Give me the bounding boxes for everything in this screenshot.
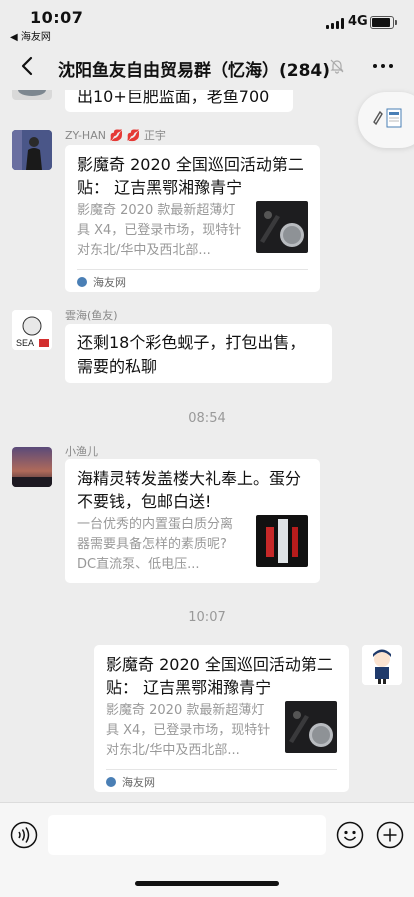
sender-name: ZY-HAN 💋 💋 正宇: [65, 129, 166, 142]
avatar[interactable]: SEA: [12, 310, 52, 350]
card-title: 影魔奇 2020 全国巡回活动第二贴： 辽吉黑鄂湘豫青宁: [77, 155, 304, 197]
link-card[interactable]: 海精灵转发盖楼大礼奉上。蛋分不要钱，包邮白送! 一台优秀的内置蛋白质分离器需要具…: [65, 459, 320, 583]
floating-window-widget[interactable]: [358, 92, 414, 148]
voice-icon[interactable]: [10, 821, 38, 849]
message-bubble[interactable]: 还剩18个彩色蚬子，打包出售，需要的私聊: [65, 324, 332, 383]
source-logo-icon: [106, 777, 116, 787]
card-source-label: 海友网: [93, 276, 126, 289]
card-description: 一台优秀的内置蛋白质分离器需要具备怎样的素质呢? DC直流泵、低电压...: [77, 517, 234, 572]
status-time: 10:07: [30, 8, 84, 27]
message-list[interactable]: 出10+巨肥监面，老鱼700 ZY-HAN 💋 💋 正宇 影魔奇 2020 全国…: [0, 90, 414, 802]
message-input[interactable]: [48, 815, 326, 855]
card-divider: [106, 769, 337, 770]
sender-name: 雲海(鱼友): [65, 309, 118, 322]
battery-icon: [370, 16, 397, 29]
status-bar: 10:07 ◀ 海友网 4G: [0, 0, 414, 44]
network-type: 4G: [348, 14, 368, 29]
card-divider: [77, 269, 308, 270]
chat-title: 沈阳鱼友自由贸易群（忆海）(284): [58, 61, 331, 81]
avatar[interactable]: [12, 90, 52, 100]
bell-off-icon: [330, 59, 344, 74]
chat-header: 沈阳鱼友自由贸易群（忆海）(284): [0, 44, 414, 90]
message-bubble[interactable]: 出10+巨肥监面，老鱼700: [65, 90, 293, 112]
timestamp: 10:07: [188, 610, 226, 625]
back-to-app-link[interactable]: ◀ 海友网: [10, 28, 51, 43]
card-source: 海友网: [77, 274, 126, 290]
card-thumbnail: [285, 701, 337, 753]
card-description: 影魔奇 2020 款最新超薄灯具 X4，已登录市场，现特针对东北/华中及西北部.…: [106, 703, 271, 758]
card-thumbnail: [256, 201, 308, 253]
source-logo-icon: [77, 277, 87, 287]
card-description: 影魔奇 2020 款最新超薄灯具 X4，已登录市场，现特针对东北/华中及西北部.…: [77, 203, 242, 258]
signal-icon: [326, 18, 344, 29]
link-card[interactable]: 影魔奇 2020 全国巡回活动第二贴： 辽吉黑鄂湘豫青宁 影魔奇 2020 款最…: [94, 645, 349, 792]
plus-circle-icon[interactable]: [376, 821, 404, 849]
avatar[interactable]: [362, 645, 402, 685]
card-thumbnail: [256, 515, 308, 567]
document-icon: [386, 108, 402, 128]
card-source-label: 海友网: [122, 776, 155, 789]
home-indicator[interactable]: [135, 881, 279, 886]
card-title: 海精灵转发盖楼大礼奉上。蛋分不要钱，包邮白送!: [77, 469, 302, 511]
timestamp: 08:54: [188, 411, 226, 426]
sender-name: 小渔儿: [65, 445, 98, 458]
card-title: 影魔奇 2020 全国巡回活动第二贴： 辽吉黑鄂湘豫青宁: [106, 655, 333, 697]
link-card[interactable]: 影魔奇 2020 全国巡回活动第二贴： 辽吉黑鄂湘豫青宁 影魔奇 2020 款最…: [65, 145, 320, 292]
card-source: 海友网: [106, 774, 155, 790]
avatar[interactable]: [12, 447, 52, 487]
more-dots-icon[interactable]: [372, 58, 394, 74]
svg-text:SEA: SEA: [16, 338, 34, 348]
emoji-icon[interactable]: [336, 821, 364, 849]
message-text: 还剩18个彩色蚬子，打包出售，需要的私聊: [77, 333, 306, 376]
chevron-left-icon[interactable]: [16, 54, 40, 78]
link-icon: [373, 110, 383, 126]
avatar[interactable]: [12, 130, 52, 170]
message-text: 出10+巨肥监面，老鱼700: [77, 90, 270, 106]
